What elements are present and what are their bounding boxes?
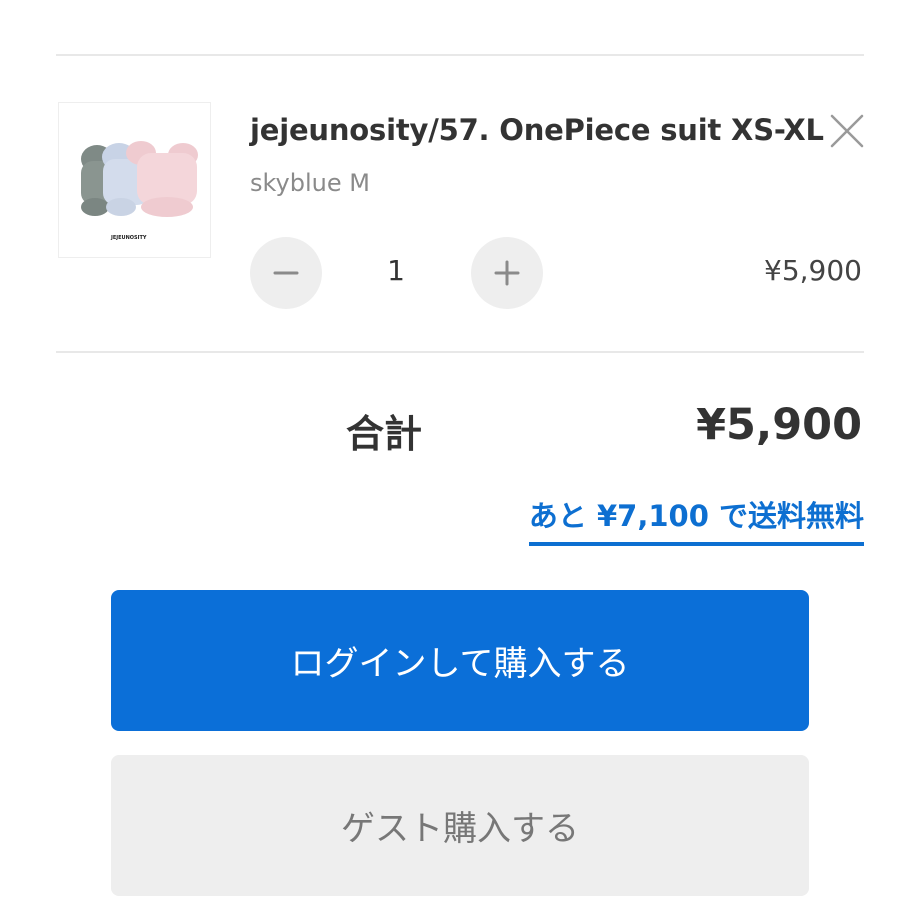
plus-icon xyxy=(494,260,520,286)
decrease-quantity-button[interactable] xyxy=(250,237,322,309)
cart-page: JEJEUNOSITY jejeunosity/57. OnePiece sui… xyxy=(0,0,920,920)
total-label: 合計 xyxy=(346,412,423,456)
top-divider xyxy=(56,54,864,56)
guest-purchase-button[interactable]: ゲスト購入する xyxy=(111,755,809,896)
close-icon xyxy=(830,114,864,148)
quantity-value: 1 xyxy=(387,254,405,287)
product-thumbnail[interactable]: JEJEUNOSITY xyxy=(58,102,211,258)
free-shipping-link[interactable]: あと ¥7,100 で送料無料 xyxy=(528,493,864,546)
login-purchase-button[interactable]: ログインして購入する xyxy=(111,590,809,731)
thumbnail-brand-text: JEJEUNOSITY xyxy=(110,235,147,241)
item-price: ¥5,900 xyxy=(764,254,862,287)
product-variant: skyblue M xyxy=(250,169,370,197)
summary-divider xyxy=(56,351,864,353)
minus-icon xyxy=(273,271,299,275)
remove-item-button[interactable] xyxy=(828,112,866,150)
product-name[interactable]: jejeunosity/57. OnePiece suit XS-XL xyxy=(250,113,824,147)
increase-quantity-button[interactable] xyxy=(471,237,543,309)
total-value: ¥5,900 xyxy=(696,400,862,450)
